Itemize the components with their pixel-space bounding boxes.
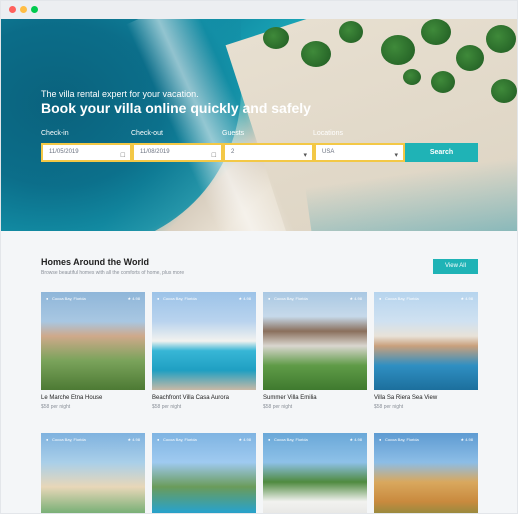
home-rating: ★ 4.98: [127, 296, 140, 301]
view-all-button[interactable]: View All: [433, 259, 478, 274]
checkin-field[interactable]: 11/05/2019 □: [41, 143, 132, 162]
palm-tree-image: [431, 71, 455, 93]
home-location: Cocoa Bay, Florida: [274, 296, 308, 301]
home-card[interactable]: ● Cocoa Bay, Florida ★ 4.98: [374, 433, 478, 513]
location-pin-icon: ●: [379, 437, 382, 442]
home-name[interactable]: Beachfront Villa Casa Aurora: [152, 395, 256, 401]
home-rating: ★ 4.98: [127, 437, 140, 442]
star-icon: ★: [460, 296, 465, 301]
palm-tree-image: [263, 27, 289, 49]
palm-tree-image: [486, 25, 516, 53]
home-rating: ★ 4.98: [238, 437, 251, 442]
location-pin-icon: ●: [268, 437, 271, 442]
home-photo[interactable]: ● Cocoa Bay, Florida ★ 4.98: [41, 292, 145, 390]
home-rating: ★ 4.98: [349, 296, 362, 301]
location-value: USA: [322, 149, 335, 155]
home-rating: ★ 4.98: [238, 296, 251, 301]
checkout-value: 11/08/2019: [140, 149, 170, 155]
guests-label: Guests: [222, 130, 245, 137]
home-card[interactable]: ● Cocoa Bay, Florida ★ 4.98 Villa Sa Rie…: [374, 292, 478, 410]
home-photo[interactable]: ● Cocoa Bay, Florida ★ 4.98: [374, 433, 478, 513]
location-pin-icon: ●: [46, 296, 49, 301]
minimize-window-button[interactable]: [20, 6, 27, 13]
home-price: $58 per night: [152, 404, 182, 410]
home-rating: ★ 4.98: [460, 296, 473, 301]
home-name[interactable]: Villa Sa Riera Sea View: [374, 395, 478, 401]
home-card[interactable]: ● Cocoa Bay, Florida ★ 4.98 Le Marche Et…: [41, 292, 145, 410]
palm-tree-image: [456, 45, 484, 71]
home-location: Cocoa Bay, Florida: [385, 437, 419, 442]
star-icon: ★: [460, 437, 465, 442]
palm-tree-image: [421, 19, 451, 45]
star-icon: ★: [127, 437, 132, 442]
home-name[interactable]: Le Marche Etna House: [41, 395, 145, 401]
location-pin-icon: ●: [46, 437, 49, 442]
section-title: Homes Around the World: [41, 257, 149, 267]
chevron-down-icon[interactable]: ▾: [394, 148, 398, 163]
palm-tree-image: [339, 21, 363, 43]
home-rating: ★ 4.98: [460, 437, 473, 442]
home-card[interactable]: ● Cocoa Bay, Florida ★ 4.98 Beachfront V…: [152, 292, 256, 410]
home-location: Cocoa Bay, Florida: [52, 437, 86, 442]
location-pin-icon: ●: [268, 296, 271, 301]
home-photo[interactable]: ● Cocoa Bay, Florida ★ 4.98: [41, 433, 145, 513]
browser-window: The villa rental expert for your vacatio…: [0, 0, 518, 514]
palm-tree-image: [301, 41, 331, 67]
home-location: Cocoa Bay, Florida: [163, 296, 197, 301]
star-icon: ★: [127, 296, 132, 301]
hero-subtitle: The villa rental expert for your vacatio…: [41, 89, 199, 99]
close-window-button[interactable]: [9, 6, 16, 13]
home-card[interactable]: ● Cocoa Bay, Florida ★ 4.98: [152, 433, 256, 513]
home-location: Cocoa Bay, Florida: [163, 437, 197, 442]
search-button[interactable]: Search: [405, 143, 478, 162]
section-subtitle: Browse beautiful homes with all the comf…: [41, 270, 185, 276]
home-photo[interactable]: ● Cocoa Bay, Florida ★ 4.98: [263, 292, 367, 390]
chevron-down-icon[interactable]: ▾: [303, 148, 307, 163]
guests-select[interactable]: 2 ▾: [223, 143, 314, 162]
home-photo[interactable]: ● Cocoa Bay, Florida ★ 4.98: [374, 292, 478, 390]
location-pin-icon: ●: [157, 296, 160, 301]
star-icon: ★: [238, 296, 243, 301]
location-pin-icon: ●: [157, 437, 160, 442]
home-price: $58 per night: [374, 404, 404, 410]
home-name[interactable]: Summer Villa Emilia: [263, 395, 367, 401]
hero-title: Book your villa online quickly and safel…: [41, 100, 311, 116]
maximize-window-button[interactable]: [31, 6, 38, 13]
home-rating: ★ 4.98: [349, 437, 362, 442]
palm-tree-image: [403, 69, 421, 85]
home-card[interactable]: ● Cocoa Bay, Florida ★ 4.98: [41, 433, 145, 513]
home-price: $58 per night: [41, 404, 71, 410]
location-pin-icon: ●: [379, 296, 382, 301]
guests-value: 2: [231, 149, 235, 155]
calendar-icon[interactable]: □: [121, 148, 125, 163]
home-photo[interactable]: ● Cocoa Bay, Florida ★ 4.98: [152, 292, 256, 390]
palm-tree-image: [381, 35, 415, 65]
checkout-field[interactable]: 11/08/2019 □: [132, 143, 223, 162]
checkin-label: Check-in: [41, 130, 69, 137]
home-card[interactable]: ● Cocoa Bay, Florida ★ 4.98: [263, 433, 367, 513]
star-icon: ★: [349, 296, 354, 301]
home-location: Cocoa Bay, Florida: [274, 437, 308, 442]
hero-banner: [1, 19, 517, 231]
calendar-icon[interactable]: □: [212, 148, 216, 163]
home-location: Cocoa Bay, Florida: [52, 296, 86, 301]
checkin-value: 11/05/2019: [49, 149, 79, 155]
home-price: $58 per night: [263, 404, 293, 410]
star-icon: ★: [349, 437, 354, 442]
location-select[interactable]: USA ▾: [314, 143, 405, 162]
home-photo[interactable]: ● Cocoa Bay, Florida ★ 4.98: [152, 433, 256, 513]
home-location: Cocoa Bay, Florida: [385, 296, 419, 301]
palm-tree-image: [491, 79, 517, 103]
star-icon: ★: [238, 437, 243, 442]
location-label: Locations: [313, 130, 343, 137]
checkout-label: Check-out: [131, 130, 163, 137]
home-card[interactable]: ● Cocoa Bay, Florida ★ 4.98 Summer Villa…: [263, 292, 367, 410]
home-photo[interactable]: ● Cocoa Bay, Florida ★ 4.98: [263, 433, 367, 513]
window-titlebar: [1, 1, 517, 20]
